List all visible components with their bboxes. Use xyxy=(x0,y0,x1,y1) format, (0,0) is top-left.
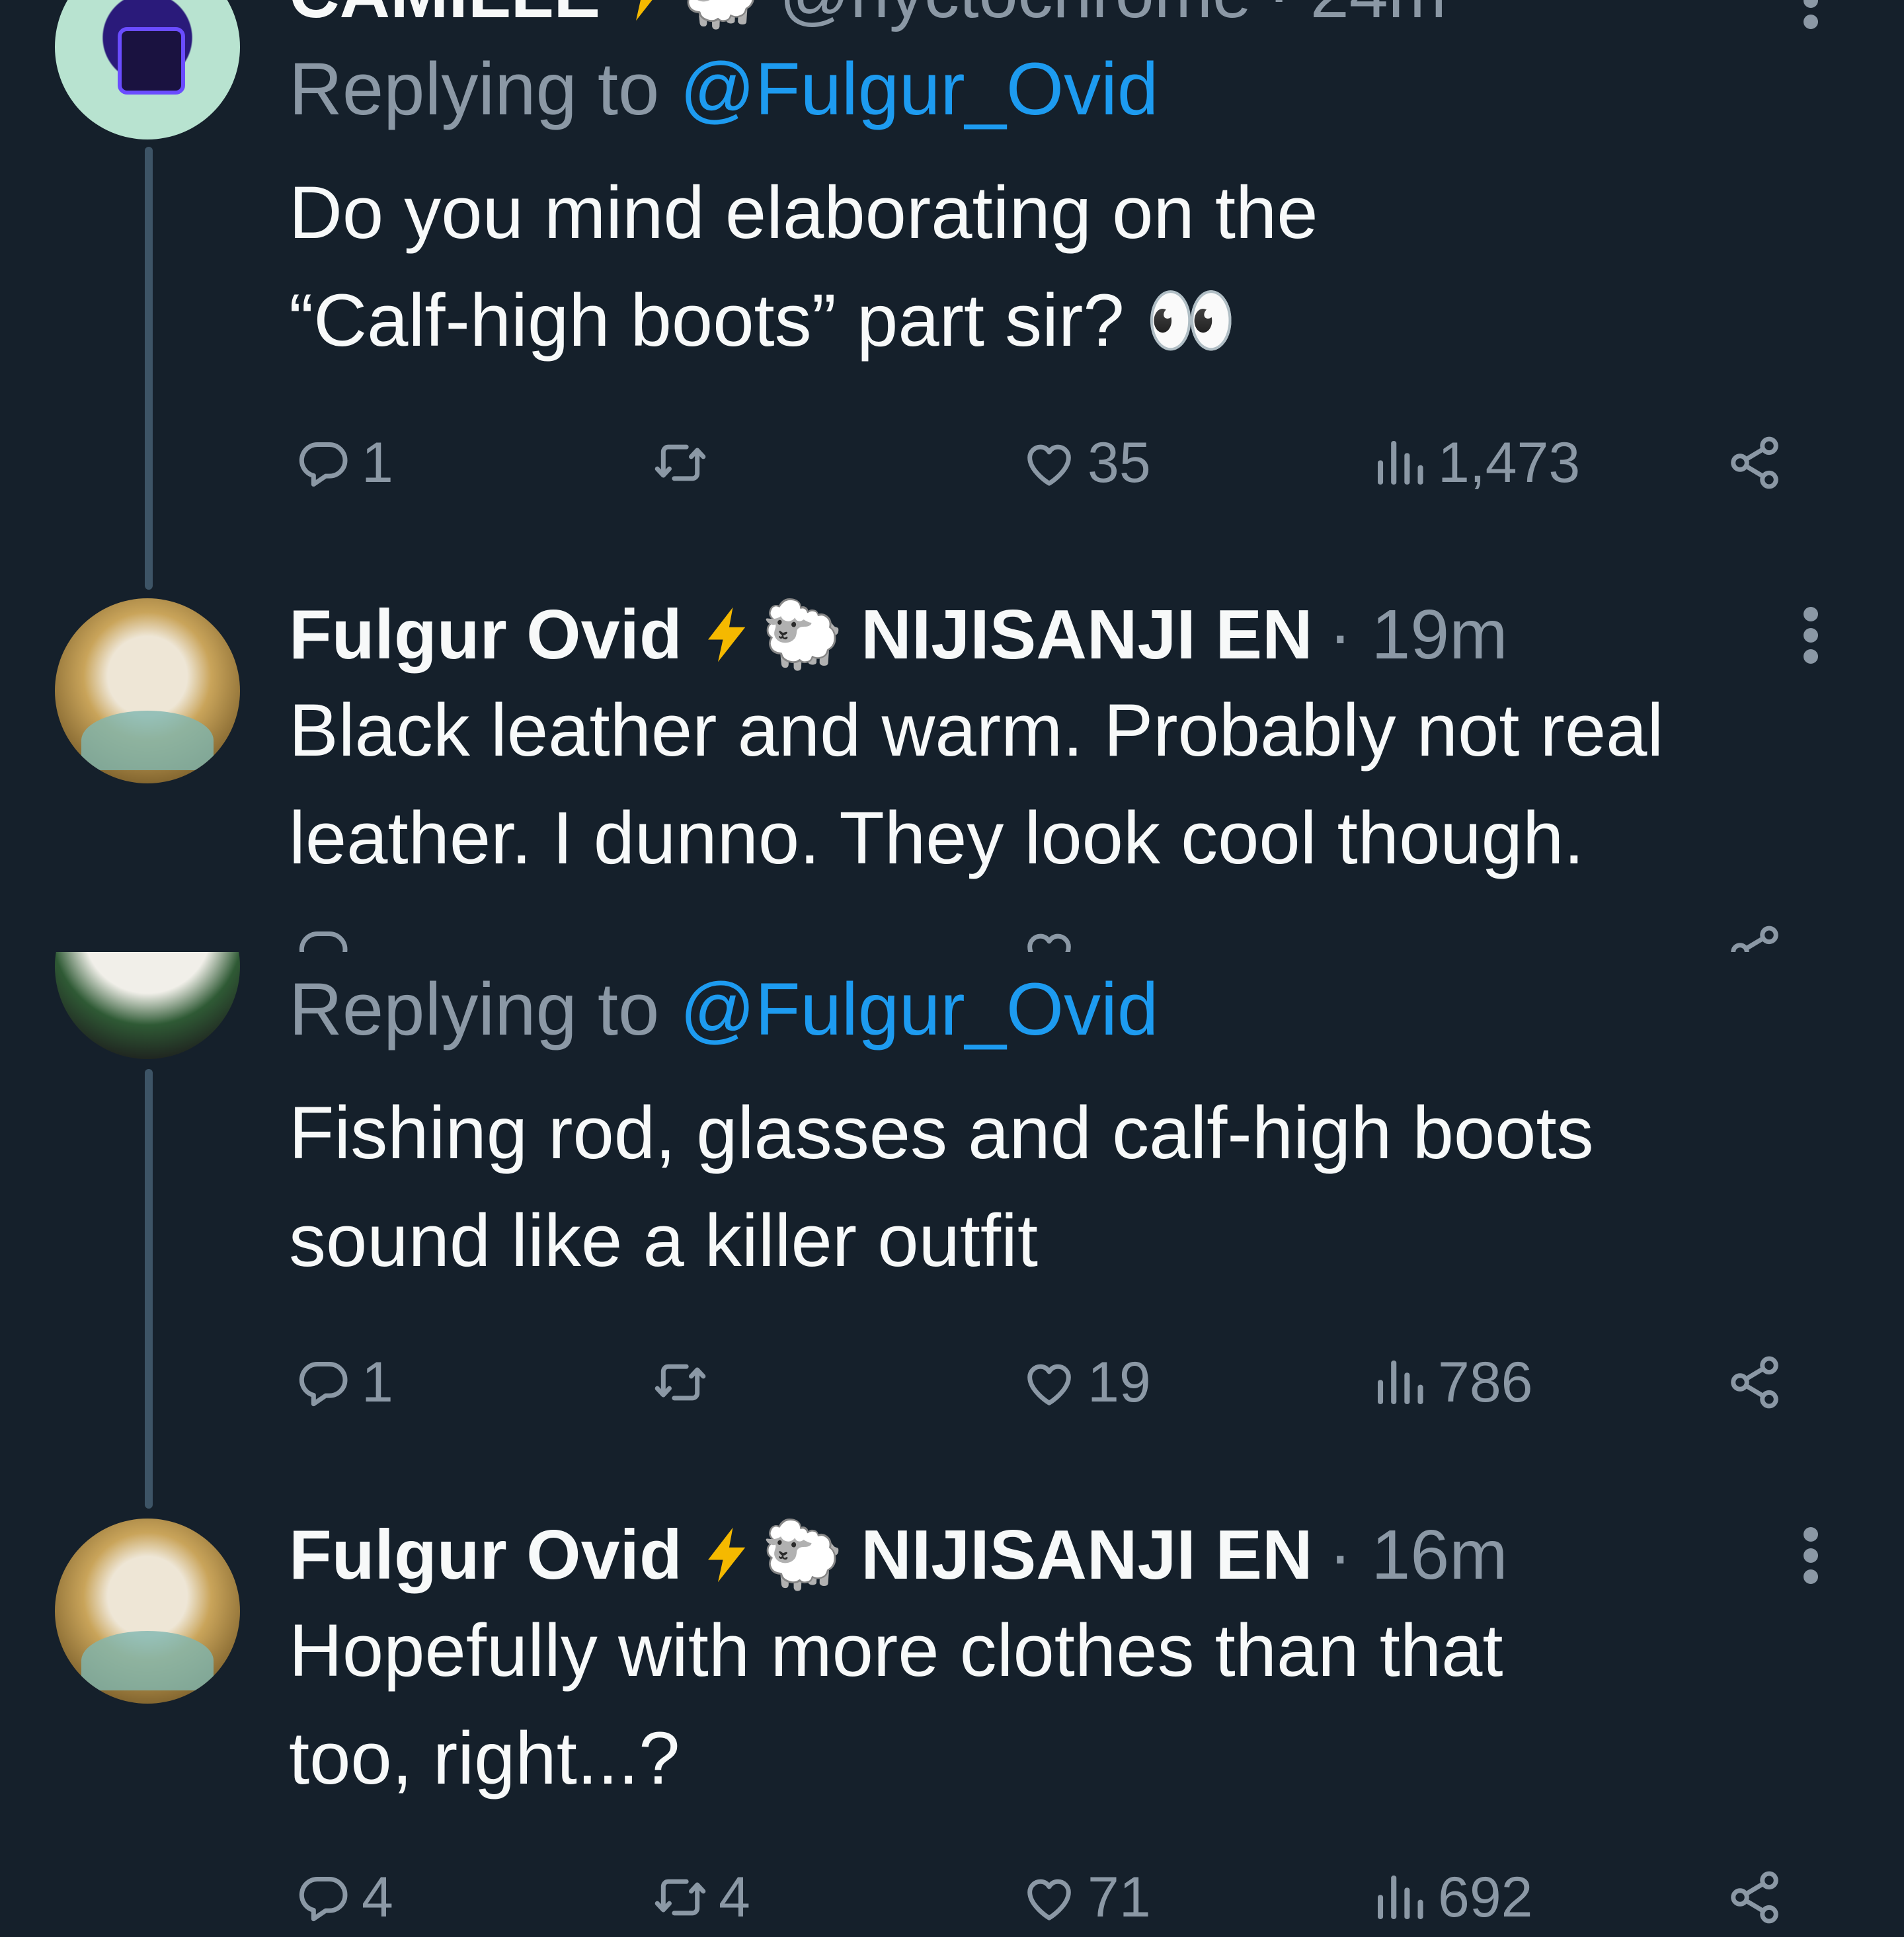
tweet-1-header: CAMILLE 🐑 @nyctochrome · 24m xyxy=(289,0,1447,40)
views-icon xyxy=(1370,434,1438,492)
mention-link[interactable]: @Fulgur_Ovid xyxy=(680,48,1158,130)
reply-icon xyxy=(294,1353,362,1411)
tweet-time[interactable]: · 19m xyxy=(1329,595,1508,675)
like-icon xyxy=(1020,434,1088,492)
retweet-icon xyxy=(651,434,719,492)
share-icon xyxy=(1726,1353,1793,1411)
author-affiliation[interactable]: NIJISANJI EN xyxy=(861,1515,1312,1595)
like-count: 71 xyxy=(1088,1865,1151,1929)
author-name[interactable]: CAMILLE xyxy=(289,0,600,34)
reply-icon xyxy=(294,434,362,492)
more-icon[interactable] xyxy=(1797,595,1823,674)
text-line: leather. I dunno. They look cool though. xyxy=(289,797,1585,879)
replying-label: Replying to xyxy=(289,48,680,130)
tweet-2-text: Black leather and warm. Probably not rea… xyxy=(289,676,1862,892)
reply-count: 1 xyxy=(362,430,393,494)
author-name[interactable]: Fulgur Ovid xyxy=(289,1515,682,1595)
author-handle[interactable]: @nyctochrome xyxy=(779,0,1251,34)
text-line: sound like a killer outfit xyxy=(289,1199,1039,1282)
retweet-button[interactable] xyxy=(651,423,719,502)
like-button[interactable]: 71 xyxy=(1020,1858,1151,1937)
retweet-icon xyxy=(651,1868,719,1926)
views-icon xyxy=(1370,1353,1438,1411)
reply-button[interactable]: 1 xyxy=(294,423,393,502)
avatar-camille[interactable] xyxy=(55,0,240,139)
mention-link[interactable]: @Fulgur_Ovid xyxy=(680,968,1158,1050)
tweet-3-text: Fishing rod, glasses and calf-high boots… xyxy=(289,1079,1862,1294)
sheep-icon: 🐑 xyxy=(680,0,762,32)
views-count: 786 xyxy=(1438,1350,1533,1414)
sheep-icon: 🐑 xyxy=(761,1517,844,1592)
thread-line-1 xyxy=(145,147,153,590)
author-affiliation[interactable]: NIJISANJI EN xyxy=(861,595,1312,675)
reply-icon xyxy=(294,1868,362,1926)
replying-to: Replying to @Fulgur_Ovid xyxy=(289,46,1158,132)
like-count: 35 xyxy=(1088,430,1151,494)
tweet-time[interactable]: · 24m xyxy=(1267,0,1447,34)
reply-button[interactable]: 4 xyxy=(294,1858,393,1937)
views-count: 1,473 xyxy=(1438,430,1581,494)
like-icon xyxy=(1020,1353,1088,1411)
retweet-count: 4 xyxy=(719,1865,750,1929)
like-icon xyxy=(1020,1868,1088,1926)
views-count: 692 xyxy=(1438,1865,1533,1929)
avatar-fulgur-ovid[interactable] xyxy=(55,1519,240,1704)
reply-button[interactable]: 1 xyxy=(294,1343,393,1422)
share-button[interactable] xyxy=(1726,1858,1793,1937)
text-line: “Calf-high boots” part sir? 👀 xyxy=(289,279,1238,362)
lightning-icon xyxy=(616,0,676,26)
text-line: too, right...? xyxy=(289,1717,680,1799)
share-button[interactable] xyxy=(1726,1343,1793,1422)
tweet-time[interactable]: · 16m xyxy=(1329,1515,1508,1595)
retweet-button[interactable] xyxy=(651,1343,719,1422)
lightning-icon xyxy=(698,602,758,668)
views-button[interactable]: 692 xyxy=(1370,1858,1533,1937)
sheep-icon: 🐑 xyxy=(761,597,844,672)
avatar-fulgur-ovid[interactable] xyxy=(55,598,240,783)
retweet-button[interactable]: 4 xyxy=(651,1858,750,1937)
like-button[interactable]: 35 xyxy=(1020,423,1151,502)
like-count: 19 xyxy=(1088,1350,1151,1414)
views-icon xyxy=(1370,1868,1438,1926)
tweet-2-header: Fulgur Ovid 🐑 NIJISANJI EN · 19m xyxy=(289,588,1508,681)
replying-to: Replying to @Fulgur_Ovid xyxy=(289,967,1158,1052)
views-button[interactable]: 786 xyxy=(1370,1343,1533,1422)
author-name[interactable]: Fulgur Ovid xyxy=(289,595,682,675)
replying-label: Replying to xyxy=(289,968,680,1050)
text-line: Fishing rod, glasses and calf-high boots xyxy=(289,1091,1594,1174)
tweet-1-text: Do you mind elaborating on the “Calf-hig… xyxy=(289,159,1862,374)
tweet-4-text: Hopefully with more clothes than that to… xyxy=(289,1597,1862,1812)
text-line: Black leather and warm. Probably not rea… xyxy=(289,689,1664,771)
share-icon xyxy=(1726,434,1793,492)
views-button[interactable]: 1,473 xyxy=(1370,423,1580,502)
text-line: Hopefully with more clothes than that xyxy=(289,1609,1503,1692)
lightning-icon xyxy=(698,1522,758,1588)
reply-count: 4 xyxy=(362,1865,393,1929)
retweet-icon xyxy=(651,1353,719,1411)
reply-count: 1 xyxy=(362,1350,393,1414)
like-button[interactable]: 19 xyxy=(1020,1343,1151,1422)
avatar-reply-user[interactable] xyxy=(55,952,240,1059)
tweet-4-header: Fulgur Ovid 🐑 NIJISANJI EN · 16m xyxy=(289,1509,1508,1601)
text-line: Do you mind elaborating on the xyxy=(289,171,1318,254)
share-button[interactable] xyxy=(1726,423,1793,502)
more-icon[interactable] xyxy=(1797,1515,1823,1595)
share-icon xyxy=(1726,1868,1793,1926)
thread-line-3 xyxy=(145,1069,153,1509)
more-icon[interactable] xyxy=(1797,0,1823,40)
